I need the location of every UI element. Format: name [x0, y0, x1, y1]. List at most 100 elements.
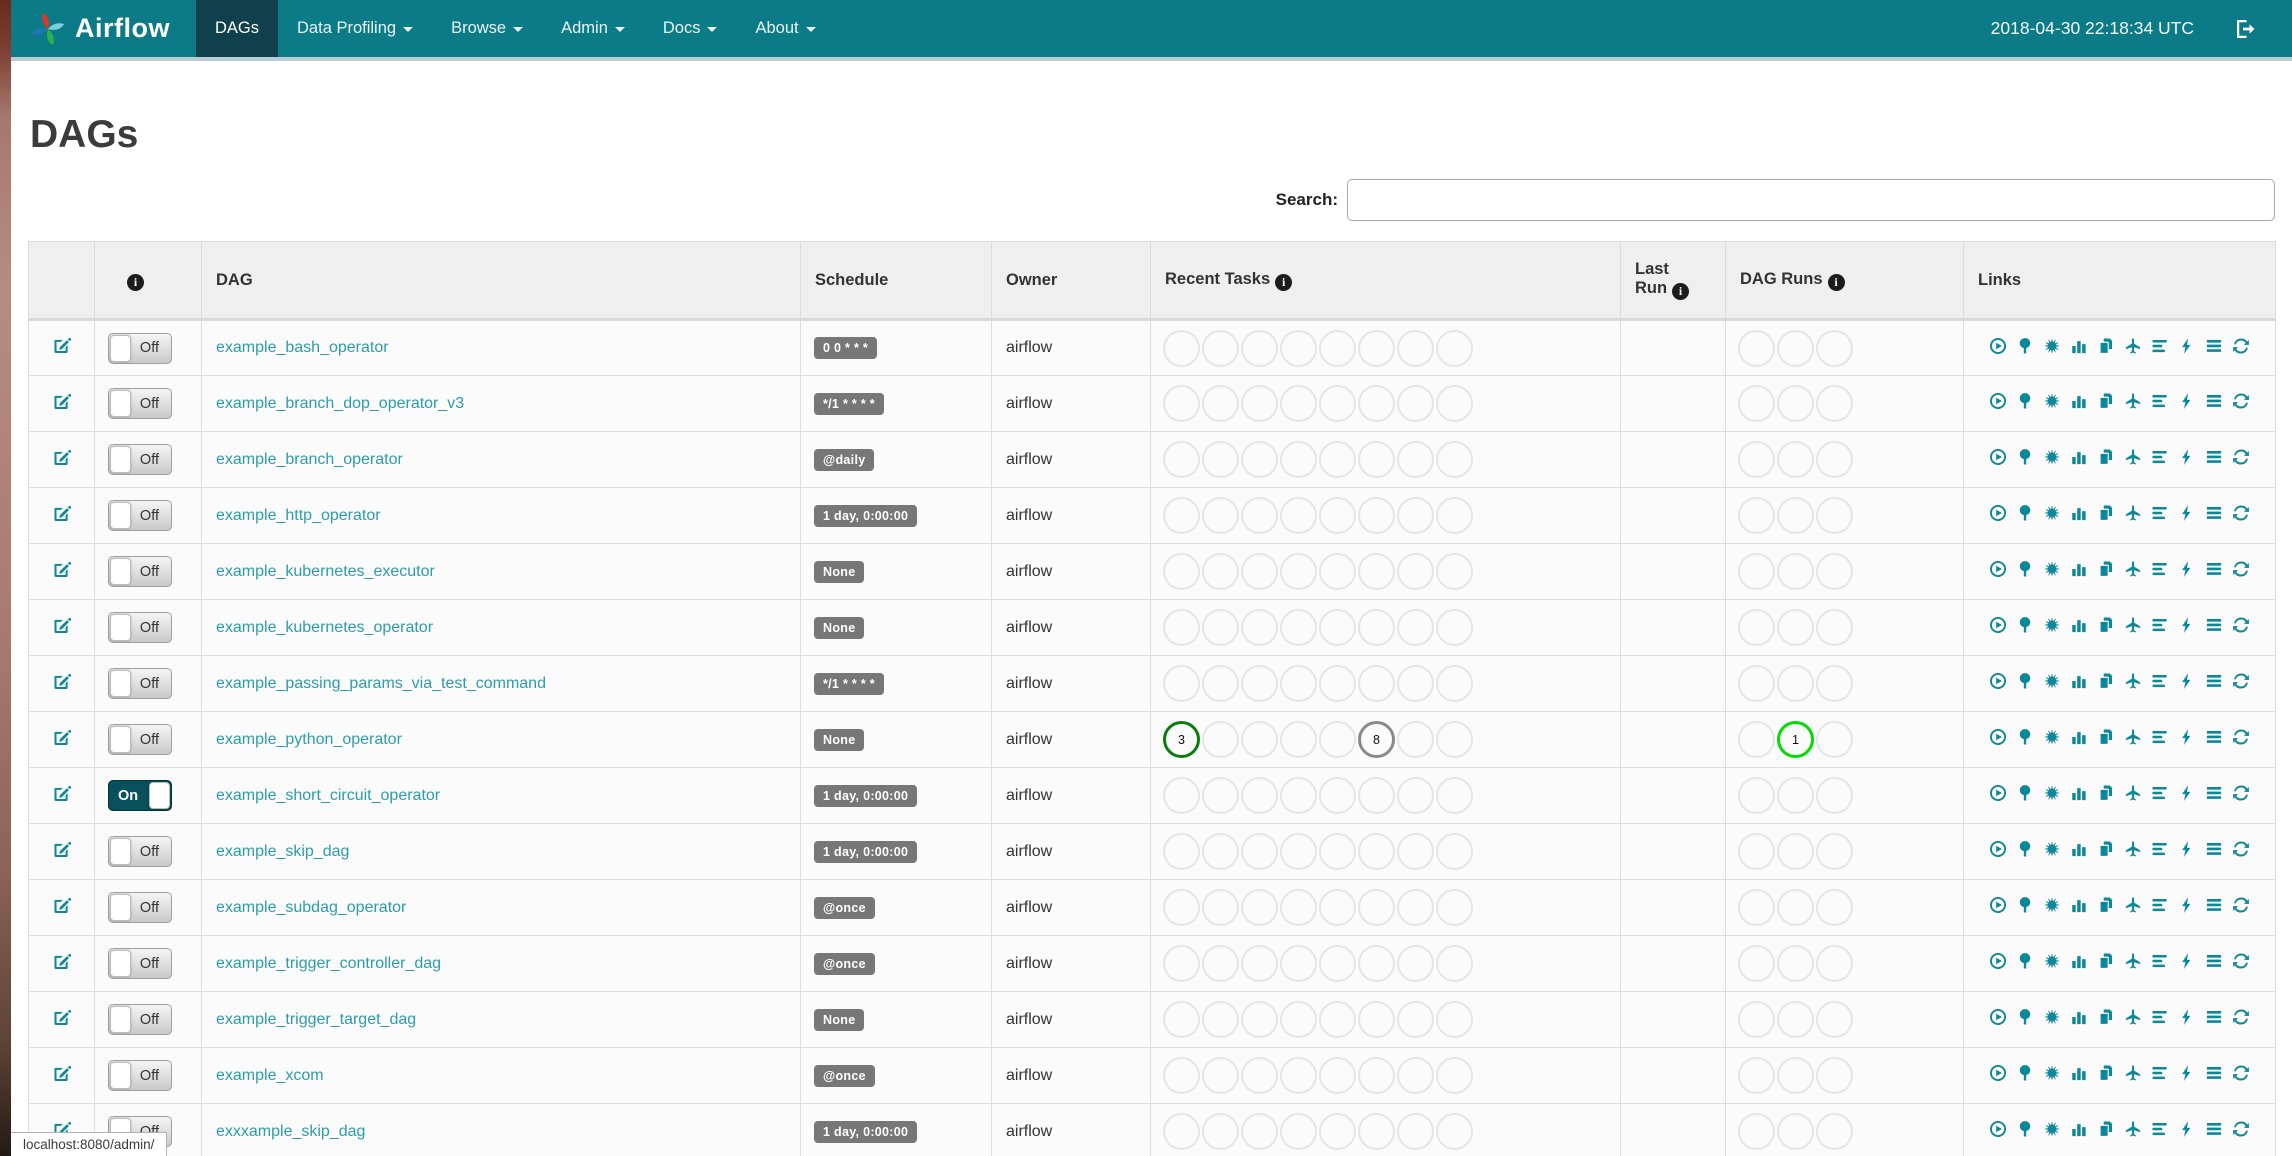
graph-view-icon[interactable]: [2043, 1008, 2061, 1026]
task-state-circle[interactable]: [1436, 889, 1473, 926]
task-state-circle[interactable]: [1358, 385, 1395, 422]
task-state-circle[interactable]: [1436, 1057, 1473, 1094]
task-state-circle[interactable]: [1397, 553, 1434, 590]
landing-times-icon[interactable]: [2124, 560, 2142, 578]
landing-bolt-icon[interactable]: [2178, 840, 2196, 858]
dag-link[interactable]: example_kubernetes_executor: [216, 563, 435, 580]
landing-bolt-icon[interactable]: [2178, 784, 2196, 802]
trigger-dag-icon[interactable]: [1989, 784, 2007, 802]
tree-view-icon[interactable]: [2016, 840, 2034, 858]
trigger-dag-icon[interactable]: [1989, 616, 2007, 634]
task-state-circle[interactable]: [1163, 385, 1200, 422]
task-state-circle[interactable]: [1280, 945, 1317, 982]
task-state-circle[interactable]: [1397, 1001, 1434, 1038]
refresh-icon[interactable]: [2232, 1064, 2250, 1082]
graph-view-icon[interactable]: [2043, 728, 2061, 746]
task-state-circle[interactable]: [1241, 945, 1278, 982]
task-state-circle[interactable]: [1358, 497, 1395, 534]
task-duration-icon[interactable]: [2070, 784, 2088, 802]
task-tries-icon[interactable]: [2097, 560, 2115, 578]
airflow-brand[interactable]: Airflow: [0, 0, 196, 57]
task-state-circle[interactable]: [1163, 329, 1200, 367]
task-state-circle[interactable]: [1397, 665, 1434, 702]
landing-bolt-icon[interactable]: [2178, 1120, 2196, 1138]
dag-pause-toggle[interactable]: Off: [108, 948, 172, 979]
edit-dag-icon[interactable]: [51, 447, 72, 468]
landing-times-icon[interactable]: [2124, 896, 2142, 914]
code-view-icon[interactable]: [2205, 337, 2223, 355]
task-state-circle[interactable]: [1241, 329, 1278, 367]
refresh-icon[interactable]: [2232, 337, 2250, 355]
task-state-circle[interactable]: [1358, 945, 1395, 982]
dag-link[interactable]: example_trigger_controller_dag: [216, 955, 441, 972]
task-state-circle[interactable]: [1241, 609, 1278, 646]
gantt-icon[interactable]: [2151, 952, 2169, 970]
task-tries-icon[interactable]: [2097, 896, 2115, 914]
tree-view-icon[interactable]: [2016, 448, 2034, 466]
schedule-badge[interactable]: @daily: [814, 448, 875, 471]
nav-item-data-profiling[interactable]: Data Profiling: [278, 0, 432, 57]
task-state-circle[interactable]: [1436, 553, 1473, 590]
gantt-icon[interactable]: [2151, 672, 2169, 690]
schedule-badge[interactable]: */1 * * * *: [814, 392, 884, 415]
schedule-badge[interactable]: 0 0 * * *: [814, 337, 878, 359]
graph-view-icon[interactable]: [2043, 952, 2061, 970]
edit-dag-icon[interactable]: [51, 1007, 72, 1028]
refresh-icon[interactable]: [2232, 1008, 2250, 1026]
dag-run-state-circle[interactable]: [1777, 497, 1814, 534]
dag-run-state-circle[interactable]: [1738, 833, 1775, 870]
dag-run-state-circle[interactable]: [1777, 441, 1814, 478]
nav-item-docs[interactable]: Docs: [644, 0, 737, 57]
task-state-circle[interactable]: [1163, 609, 1200, 646]
task-state-circle[interactable]: [1241, 1057, 1278, 1094]
schedule-badge[interactable]: 1 day, 0:00:00: [814, 504, 918, 527]
dag-pause-toggle[interactable]: Off: [108, 388, 172, 419]
tree-view-icon[interactable]: [2016, 504, 2034, 522]
task-state-circle[interactable]: [1280, 1057, 1317, 1094]
dag-run-state-circle[interactable]: [1816, 665, 1853, 702]
dag-run-state-circle[interactable]: [1816, 609, 1853, 646]
graph-view-icon[interactable]: [2043, 840, 2061, 858]
dag-pause-toggle[interactable]: Off: [108, 836, 172, 867]
task-tries-icon[interactable]: [2097, 784, 2115, 802]
task-state-circle[interactable]: [1358, 889, 1395, 926]
tree-view-icon[interactable]: [2016, 560, 2034, 578]
dag-run-state-circle[interactable]: [1777, 553, 1814, 590]
landing-times-icon[interactable]: [2124, 952, 2142, 970]
dag-run-state-circle[interactable]: [1777, 329, 1814, 367]
code-view-icon[interactable]: [2205, 560, 2223, 578]
dag-pause-toggle[interactable]: Off: [108, 1004, 172, 1035]
dag-run-state-circle[interactable]: [1738, 945, 1775, 982]
dag-pause-toggle[interactable]: On: [108, 780, 172, 811]
gantt-icon[interactable]: [2151, 840, 2169, 858]
task-state-circle[interactable]: [1319, 329, 1356, 367]
task-state-circle[interactable]: [1163, 1001, 1200, 1038]
dag-run-state-circle[interactable]: [1777, 665, 1814, 702]
task-duration-icon[interactable]: [2070, 840, 2088, 858]
task-state-circle[interactable]: [1358, 1113, 1395, 1150]
task-state-circle[interactable]: [1280, 497, 1317, 534]
dag-run-state-circle[interactable]: [1738, 1057, 1775, 1094]
nav-item-admin[interactable]: Admin: [542, 0, 644, 57]
task-state-circle[interactable]: [1163, 889, 1200, 926]
dag-run-state-circle[interactable]: [1738, 329, 1775, 367]
gantt-icon[interactable]: [2151, 504, 2169, 522]
trigger-dag-icon[interactable]: [1989, 448, 2007, 466]
dag-run-state-circle[interactable]: [1816, 497, 1853, 534]
code-view-icon[interactable]: [2205, 840, 2223, 858]
task-state-circle[interactable]: [1163, 777, 1200, 814]
dag-run-state-circle[interactable]: [1777, 609, 1814, 646]
tree-view-icon[interactable]: [2016, 784, 2034, 802]
landing-bolt-icon[interactable]: [2178, 337, 2196, 355]
task-state-circle[interactable]: [1202, 665, 1239, 702]
task-tries-icon[interactable]: [2097, 1064, 2115, 1082]
refresh-icon[interactable]: [2232, 448, 2250, 466]
task-state-circle[interactable]: [1241, 833, 1278, 870]
task-state-circle[interactable]: [1163, 1113, 1200, 1150]
dag-run-state-circle[interactable]: [1816, 385, 1853, 422]
task-state-circle[interactable]: [1358, 329, 1395, 367]
dag-run-state-circle[interactable]: [1816, 441, 1853, 478]
task-state-circle[interactable]: [1358, 441, 1395, 478]
landing-times-icon[interactable]: [2124, 784, 2142, 802]
refresh-icon[interactable]: [2232, 952, 2250, 970]
